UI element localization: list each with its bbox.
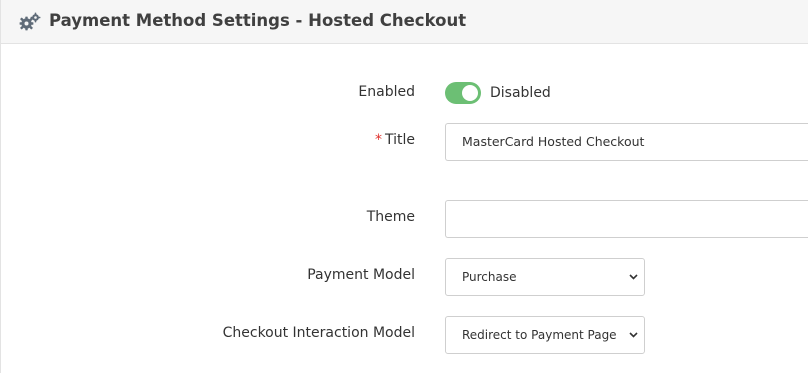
theme-input[interactable] (445, 200, 808, 238)
payment-model-label: Payment Model (307, 267, 415, 283)
payment-settings-panel: Payment Method Settings - Hosted Checkou… (0, 0, 808, 373)
gears-icon (19, 12, 41, 31)
checkout-interaction-model-value: Redirect to Payment Page (462, 328, 617, 342)
checkout-interaction-model-select[interactable]: Redirect to Payment Page (445, 316, 645, 354)
checkout-interaction-model-label: Checkout Interaction Model (222, 325, 415, 341)
panel-heading: Payment Method Settings - Hosted Checkou… (0, 0, 808, 44)
payment-model-select[interactable]: Purchase (445, 258, 645, 296)
chevron-down-icon (629, 274, 638, 280)
enabled-toggle[interactable] (445, 82, 481, 104)
chevron-down-icon (629, 332, 638, 338)
enabled-label: Enabled (358, 84, 415, 100)
title-input[interactable]: MasterCard Hosted Checkout (445, 123, 808, 161)
title-label: * Title (375, 132, 415, 148)
required-mark: * (374, 132, 382, 148)
panel-title: Payment Method Settings - Hosted Checkou… (49, 11, 467, 30)
theme-label: Theme (366, 209, 415, 225)
title-label-text: Title (384, 132, 415, 148)
payment-model-value: Purchase (462, 270, 517, 284)
toggle-knob (462, 85, 478, 101)
enabled-state-text: Disabled (490, 85, 551, 101)
